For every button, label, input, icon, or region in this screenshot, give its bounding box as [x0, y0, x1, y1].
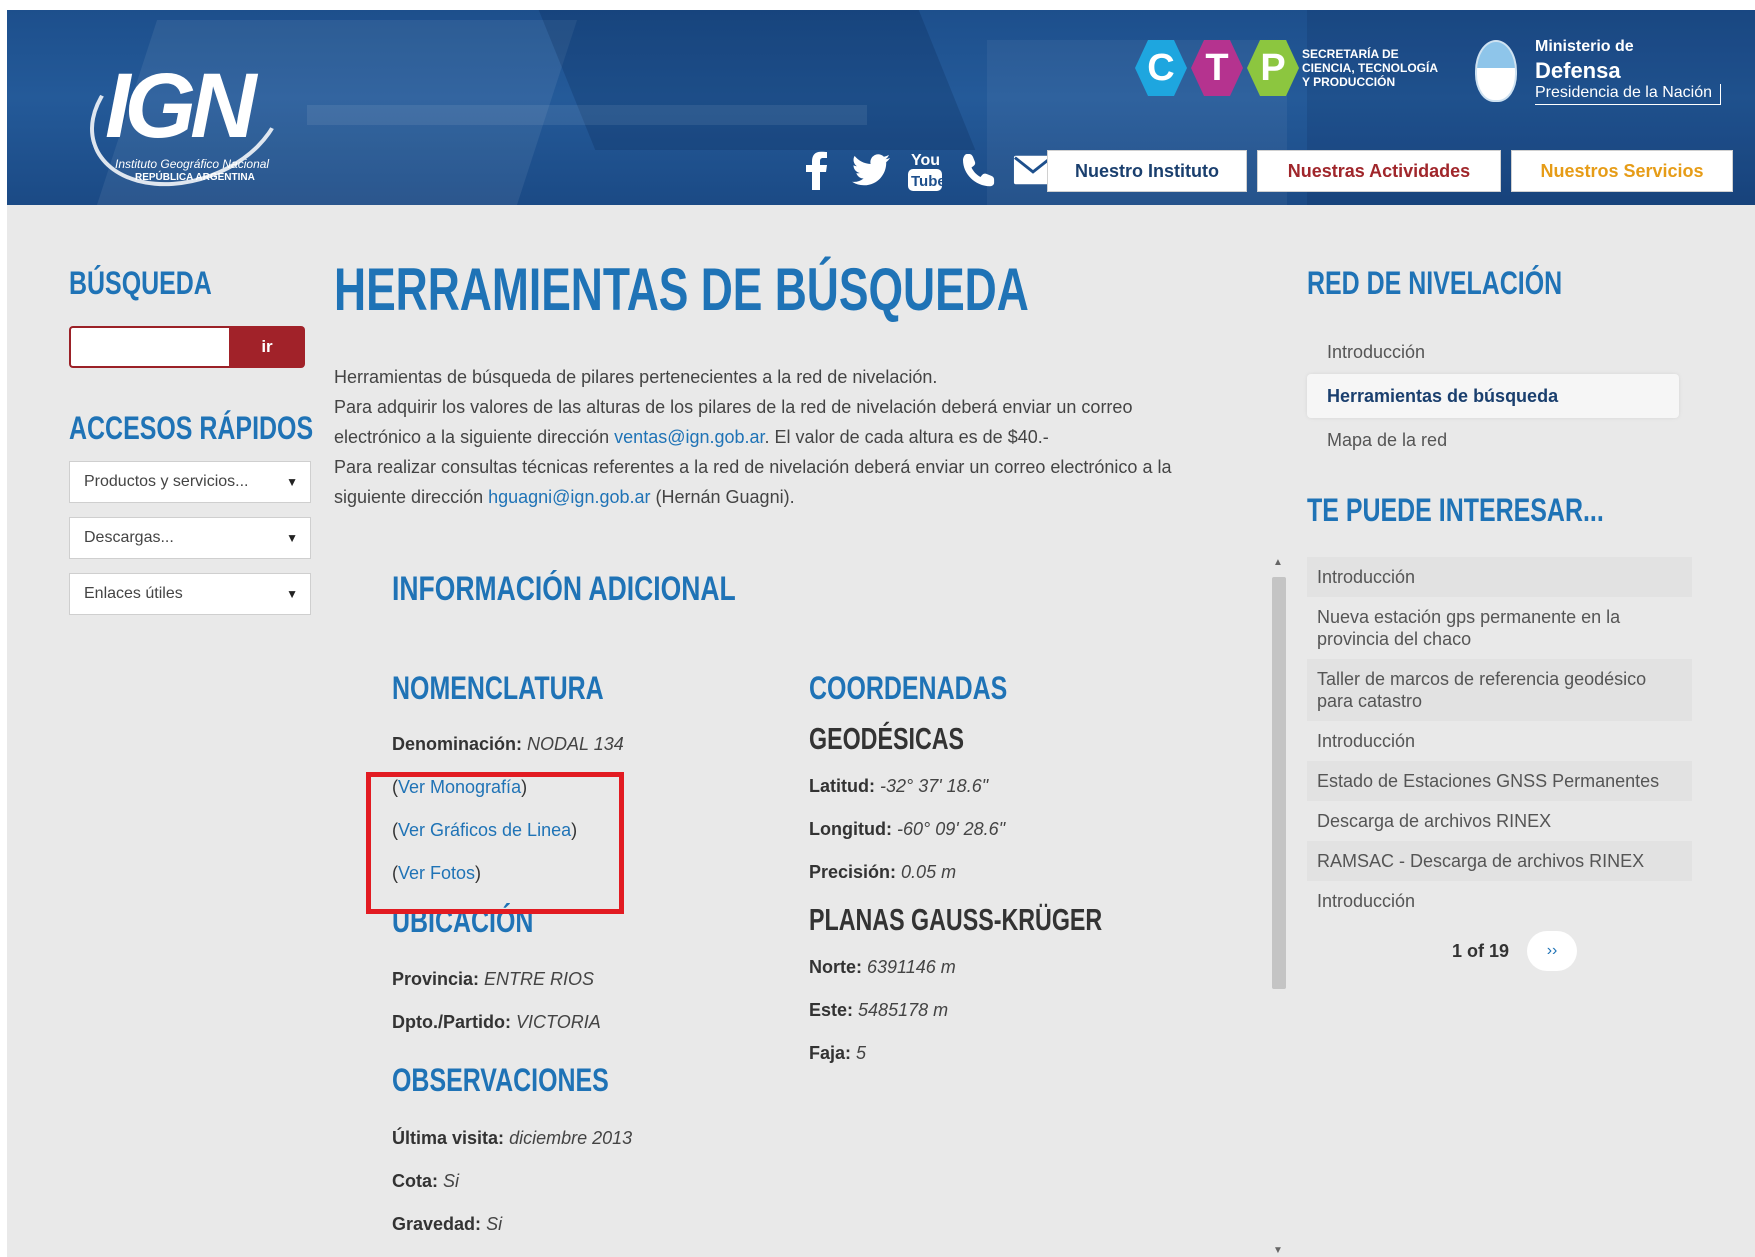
coordenadas-heading: COORDENADAS [809, 670, 1008, 706]
denominacion-row: Denominación: NODAL 134 [392, 734, 624, 754]
left-sidebar: BÚSQUEDA ir ACCESOS RÁPIDOS Productos y … [69, 265, 319, 615]
youtube-icon[interactable]: You Tube [905, 148, 945, 192]
list-item[interactable]: Nueva estación gps permanente en la prov… [1307, 597, 1692, 659]
pager: 1 of 19 ›› [1307, 931, 1692, 971]
cota-row: Cota: Si [392, 1171, 460, 1191]
twitter-icon[interactable] [851, 148, 891, 192]
productos-dropdown[interactable]: Productos y servicios... ▼ [69, 461, 311, 503]
scroll-down-icon[interactable]: ▼ [1273, 1245, 1283, 1256]
highlight-box [366, 772, 624, 914]
ctp-t: T [1191, 40, 1243, 96]
list-item[interactable]: Estado de Estaciones GNSS Permanentes [1307, 761, 1692, 801]
norte-row: Norte: 6391146 m [809, 957, 956, 977]
red-nivelacion-heading: RED DE NIVELACIÓN [1307, 265, 1563, 301]
logo-country: REPÚBLICA ARGENTINA [135, 172, 255, 183]
red-nivelacion-menu: Introducción Herramientas de búsqueda Ma… [1307, 330, 1692, 462]
logo-wordmark: IGN [105, 55, 257, 157]
ventas-email-link[interactable]: ventas@ign.gob.ar [614, 427, 764, 447]
escudo-icon [1475, 40, 1517, 102]
info-adicional-heading: INFORMACIÓN ADICIONAL [392, 570, 736, 608]
list-item[interactable]: Introducción [1307, 721, 1692, 761]
descargas-dropdown[interactable]: Descargas... ▼ [69, 517, 311, 559]
precision-row: Precisión: 0.05 m [809, 862, 957, 882]
enlaces-dropdown[interactable]: Enlaces útiles ▼ [69, 573, 311, 615]
interes-list: Introducción Nueva estación gps permanen… [1307, 557, 1692, 921]
scroll-thumb[interactable] [1272, 577, 1286, 989]
hguagni-email-link[interactable]: hguagni@ign.gob.ar [488, 487, 650, 507]
menu-item-introduccion[interactable]: Introducción [1307, 330, 1692, 374]
ctp-text: SECRETARÍA DE CIENCIA, TECNOLOGÍA Y PROD… [1302, 47, 1439, 89]
intro-text: Herramientas de búsqueda de pilares pert… [334, 367, 1172, 507]
accesos-rapidos-heading: ACCESOS RÁPIDOS [69, 410, 314, 446]
dpto-row: Dpto./Partido: VICTORIA [392, 1012, 601, 1032]
nav-nuestros-servicios[interactable]: Nuestros Servicios [1511, 150, 1733, 192]
phone-icon[interactable] [959, 148, 999, 192]
site-header: IGN Instituto Geográfico Nacional REPÚBL… [7, 10, 1755, 205]
list-item[interactable]: RAMSAC - Descarga de archivos RINEX [1307, 841, 1692, 881]
nav-nuestras-actividades[interactable]: Nuestras Actividades [1257, 150, 1501, 192]
list-item[interactable]: Introducción [1307, 881, 1692, 921]
browser-viewport: IGN Instituto Geográfico Nacional REPÚBL… [7, 10, 1755, 1257]
busqueda-heading: BÚSQUEDA [69, 265, 212, 301]
search-form: ir [69, 326, 305, 368]
nomenclatura-heading: NOMENCLATURA [392, 670, 604, 706]
ultima-visita-row: Última visita: diciembre 2013 [392, 1128, 633, 1148]
social-links: You Tube [797, 148, 1053, 192]
info-adicional: INFORMACIÓN ADICIONAL [392, 570, 1272, 609]
este-row: Este: 5485178 m [809, 1000, 949, 1020]
observaciones-heading: OBSERVACIONES [392, 1062, 609, 1098]
facebook-icon[interactable] [797, 148, 837, 192]
ctp-c: C [1135, 40, 1187, 96]
ctp-p: P [1247, 40, 1299, 96]
content-scrollbar[interactable]: ▲ ▼ [1269, 555, 1289, 1257]
chevron-down-icon: ▼ [286, 475, 298, 489]
page-title: HERRAMIENTAS DE BÚSQUEDA [334, 256, 1029, 323]
gravedad-row: Gravedad: Si [392, 1214, 503, 1234]
search-input[interactable] [69, 326, 229, 368]
search-button[interactable]: ir [229, 326, 305, 368]
nav-nuestro-instituto[interactable]: Nuestro Instituto [1047, 150, 1247, 192]
main-content: HERRAMIENTAS DE BÚSQUEDA Herramientas de… [334, 255, 1294, 512]
main-nav: Nuestro Instituto Nuestras Actividades N… [1047, 150, 1733, 192]
chevron-down-icon: ▼ [286, 587, 298, 601]
ministerio-defensa-logo[interactable]: Ministerio de Defensa Presidencia de la … [1475, 28, 1740, 108]
geodesicas-heading: GEODÉSICAS [809, 721, 965, 756]
ctp-logo[interactable]: C T P [1135, 40, 1299, 100]
longitud-row: Longitud: -60° 09' 28.6" [809, 819, 1006, 839]
right-sidebar: RED DE NIVELACIÓN Introducción Herramien… [1307, 265, 1692, 971]
svg-text:Tube: Tube [911, 173, 943, 190]
latitud-row: Latitud: -32° 37' 18.6" [809, 776, 989, 796]
logo-subtitle: Instituto Geográfico Nacional [115, 157, 270, 171]
list-item[interactable]: Introducción [1307, 557, 1692, 597]
nomenclatura-column: NOMENCLATURA Denominación: NODAL 134 (Ve… [392, 670, 772, 1246]
pager-status: 1 of 19 [1451, 940, 1510, 961]
te-puede-interesar-heading: TE PUEDE INTERESAR... [1307, 492, 1604, 528]
scroll-up-icon[interactable]: ▲ [1273, 557, 1283, 568]
pager-next-button[interactable]: ›› [1527, 931, 1578, 971]
list-item[interactable]: Descarga de archivos RINEX [1307, 801, 1692, 841]
faja-row: Faja: 5 [809, 1043, 867, 1063]
provincia-row: Provincia: ENTRE RIOS [392, 969, 595, 989]
chevron-down-icon: ▼ [286, 531, 298, 545]
list-item[interactable]: Taller de marcos de referencia geodésico… [1307, 659, 1692, 721]
planas-heading: PLANAS GAUSS-KRÜGER [809, 902, 1103, 937]
coordenadas-column: COORDENADAS GEODÉSICAS Latitud: -32° 37'… [809, 670, 1229, 1075]
menu-item-herramientas[interactable]: Herramientas de búsqueda [1307, 374, 1679, 418]
ign-logo[interactable]: IGN Instituto Geográfico Nacional REPÚBL… [69, 12, 307, 205]
svg-text:You: You [911, 152, 940, 169]
menu-item-mapa[interactable]: Mapa de la red [1307, 418, 1692, 462]
